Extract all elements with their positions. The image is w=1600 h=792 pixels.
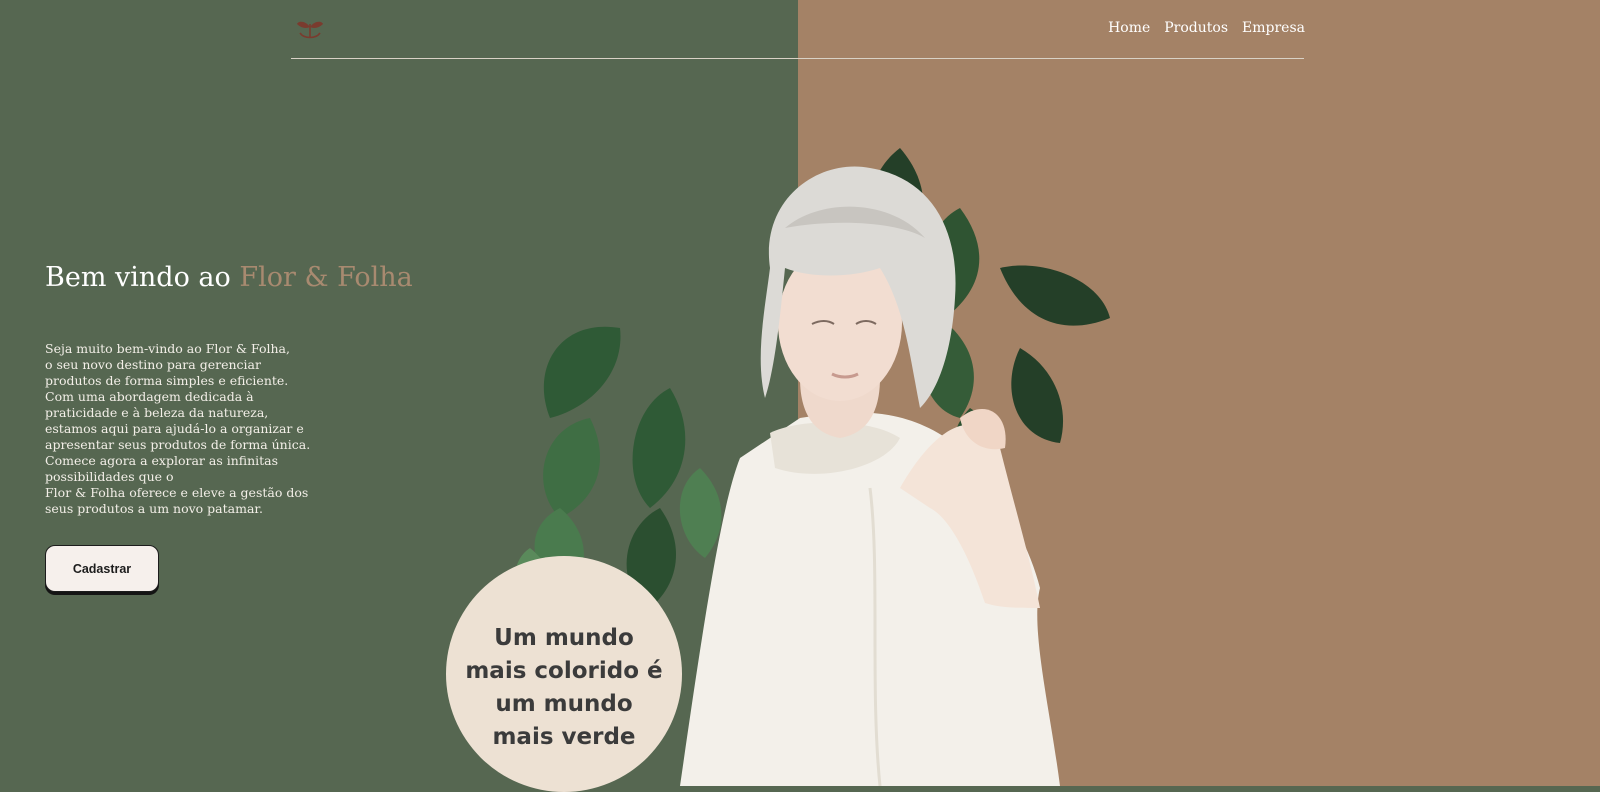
- sprout-icon[interactable]: [295, 15, 325, 43]
- hero-title-brand: Flor & Folha: [239, 262, 413, 293]
- slogan-line: mais verde: [492, 724, 636, 750]
- header-divider: [291, 58, 1304, 59]
- nav-home-link[interactable]: Home: [1108, 20, 1150, 36]
- cadastrar-button[interactable]: Cadastrar: [45, 545, 159, 592]
- hero-title: Bem vindo ao Flor & Folha: [45, 262, 413, 293]
- hero-paragraph-line: praticidade e à beleza da natureza,: [45, 405, 269, 420]
- hero-paragraph-line: Seja muito bem-vindo ao Flor & Folha,: [45, 341, 290, 356]
- nav-produtos-link[interactable]: Produtos: [1164, 20, 1228, 36]
- hero-paragraph-line: possibilidades que o: [45, 469, 174, 484]
- hero-paragraph-line: estamos aqui para ajudá-lo a organizar e: [45, 421, 304, 436]
- hero-paragraph-line: produtos de forma simples e eficiente.: [45, 373, 289, 388]
- hero-paragraph-line: apresentar seus produtos de forma única.: [45, 437, 311, 452]
- hero-paragraph-line: Comece agora a explorar as infinitas: [45, 453, 279, 468]
- hero-paragraph-line: Com uma abordagem dedicada à: [45, 389, 254, 404]
- hero-title-prefix: Bem vindo ao: [45, 262, 231, 293]
- main-nav: Home Produtos Empresa: [1108, 20, 1305, 36]
- hero-paragraph: Seja muito bem-vindo ao Flor & Folha, o …: [45, 341, 311, 517]
- hero-paragraph-line: Flor & Folha oferece e eleve a gestão do…: [45, 485, 309, 500]
- slogan-line: um mundo: [495, 691, 633, 717]
- slogan-text: Um mundo mais colorido é um mundo mais v…: [446, 622, 682, 754]
- hero-paragraph-line: seus produtos a um novo patamar.: [45, 501, 263, 516]
- slogan-line: Um mundo: [494, 625, 634, 651]
- hero-paragraph-line: o seu novo destino para gerenciar: [45, 357, 261, 372]
- slogan-line: mais colorido é: [465, 658, 663, 684]
- nav-empresa-link[interactable]: Empresa: [1242, 20, 1305, 36]
